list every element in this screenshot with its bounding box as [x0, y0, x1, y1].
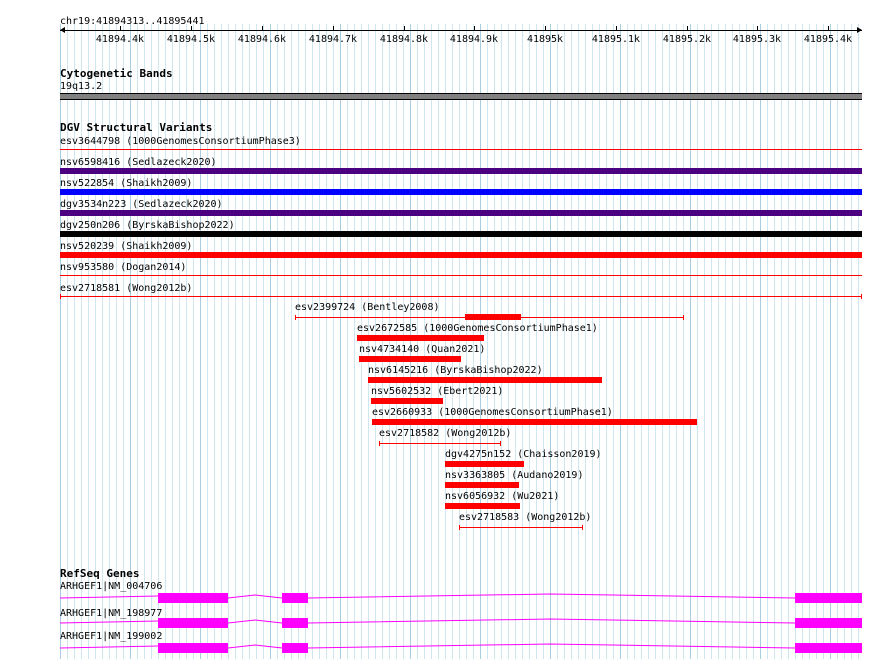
- refseq-exon[interactable]: [158, 618, 228, 628]
- dgv-variant-bar[interactable]: [445, 461, 524, 467]
- ruler-position: chr19:41894313..41895441: [60, 16, 205, 27]
- dgv-variant-label: nsv5602532 (Ebert2021): [371, 386, 504, 397]
- ruler-tick-mark: [687, 26, 688, 31]
- dgv-track-title[interactable]: DGV Structural Variants: [60, 122, 212, 134]
- ruler-tick-label: 41895.4k: [803, 34, 853, 45]
- cytoband-track-title[interactable]: Cytogenetic Bands: [60, 68, 173, 80]
- dgv-variant-label: nsv4734140 (Quan2021): [359, 344, 486, 355]
- ruler-tick-label: 41895k: [526, 34, 564, 45]
- dgv-variant-bar[interactable]: [60, 252, 862, 258]
- ruler-tick-mark: [545, 26, 546, 31]
- ruler-arrow-left-icon: [60, 27, 65, 33]
- dgv-variant-label: nsv6598416 (Sedlazeck2020): [60, 157, 217, 168]
- refseq-exon[interactable]: [795, 643, 862, 653]
- refseq-exon[interactable]: [282, 643, 308, 653]
- cytoband-label: 19q13.2: [60, 81, 103, 92]
- dgv-variant-bar[interactable]: [445, 503, 520, 509]
- dgv-variant-endcap: [500, 441, 501, 446]
- dgv-variant-bar[interactable]: [60, 296, 862, 297]
- dgv-variant-endcap: [459, 525, 460, 530]
- dgv-variant-bar[interactable]: [445, 482, 519, 488]
- dgv-variant-label: dgv250n206 (ByrskaBishop2022): [60, 220, 235, 231]
- refseq-exon[interactable]: [282, 593, 308, 603]
- dgv-variant-bar[interactable]: [368, 377, 602, 383]
- ruler-tick-label: 41894.9k: [449, 34, 499, 45]
- dgv-variant-thick-segment[interactable]: [465, 314, 521, 320]
- refseq-gene-models[interactable]: [0, 580, 890, 659]
- dgv-variant-endcap: [861, 294, 862, 299]
- dgv-variant-bar[interactable]: [60, 275, 862, 276]
- dgv-variant-label: nsv520239 (Shaikh2009): [60, 241, 193, 252]
- ruler-tick-label: 41895.2k: [662, 34, 712, 45]
- ruler-tick-label: 41894.5k: [166, 34, 216, 45]
- dgv-variant-label: nsv522854 (Shaikh2009): [60, 178, 193, 189]
- dgv-variant-label: nsv6056932 (Wu2021): [445, 491, 560, 502]
- ruler-tick-mark: [828, 26, 829, 31]
- ruler-tick-mark: [474, 26, 475, 31]
- dgv-variant-endcap: [582, 525, 583, 530]
- dgv-variant-label: esv2660933 (1000GenomesConsortiumPhase1): [372, 407, 613, 418]
- dgv-variant-bar[interactable]: [459, 527, 582, 528]
- cytoband-bar[interactable]: [60, 93, 862, 100]
- refseq-exon[interactable]: [795, 593, 862, 603]
- dgv-variant-endcap: [295, 315, 296, 320]
- ruler-tick-label: 41895.1k: [591, 34, 641, 45]
- ruler-tick-mark: [262, 26, 263, 31]
- dgv-variant-label: esv2718581 (Wong2012b): [60, 283, 193, 294]
- refseq-exon[interactable]: [158, 593, 228, 603]
- dgv-variant-bar[interactable]: [371, 398, 443, 404]
- dgv-variant-label: nsv953580 (Dogan2014): [60, 262, 187, 273]
- dgv-variant-label: dgv3534n223 (Sedlazeck2020): [60, 199, 223, 210]
- ruler-tick-label: 41894.8k: [379, 34, 429, 45]
- dgv-variant-bar[interactable]: [60, 231, 862, 237]
- dgv-variant-bar[interactable]: [379, 443, 500, 444]
- refseq-track-title[interactable]: RefSeq Genes: [60, 568, 139, 580]
- dgv-variant-bar[interactable]: [60, 210, 862, 216]
- refseq-exon[interactable]: [282, 618, 308, 628]
- dgv-variant-endcap: [60, 294, 61, 299]
- ruler-tick-label: 41894.4k: [95, 34, 145, 45]
- ruler-tick-mark: [404, 26, 405, 31]
- ruler-axis: [60, 30, 862, 31]
- dgv-variant-bar[interactable]: [359, 356, 461, 362]
- dgv-variant-label: esv2718582 (Wong2012b): [379, 428, 512, 439]
- ruler-tick-mark: [333, 26, 334, 31]
- dgv-variant-label: esv2718583 (Wong2012b): [459, 512, 592, 523]
- dgv-variant-label: esv3644798 (1000GenomesConsortiumPhase3): [60, 136, 301, 147]
- dgv-variant-label: esv2399724 (Bentley2008): [295, 302, 440, 313]
- dgv-variant-label: nsv3363805 (Audano2019): [445, 470, 584, 481]
- ruler-tick-mark: [757, 26, 758, 31]
- ruler-tick-mark: [616, 26, 617, 31]
- dgv-variant-bar[interactable]: [372, 419, 697, 425]
- dgv-variant-bar[interactable]: [60, 168, 862, 174]
- ruler-arrow-right-icon: [857, 27, 862, 33]
- dgv-variant-label: esv2672585 (1000GenomesConsortiumPhase1): [357, 323, 598, 334]
- ruler-tick-mark: [191, 26, 192, 31]
- ruler-tick-mark: [120, 26, 121, 31]
- dgv-variant-label: nsv6145216 (ByrskaBishop2022): [368, 365, 543, 376]
- refseq-exon[interactable]: [158, 643, 228, 653]
- dgv-variant-endcap: [379, 441, 380, 446]
- dgv-variant-bar[interactable]: [357, 335, 484, 341]
- dgv-variant-bar[interactable]: [60, 149, 862, 150]
- ruler-tick-label: 41895.3k: [732, 34, 782, 45]
- dgv-variant-endcap: [683, 315, 684, 320]
- dgv-variant-label: dgv4275n152 (Chaisson2019): [445, 449, 602, 460]
- dgv-variant-bar[interactable]: [60, 189, 862, 195]
- refseq-exon[interactable]: [795, 618, 862, 628]
- ruler-tick-label: 41894.6k: [237, 34, 287, 45]
- ruler-tick-label: 41894.7k: [308, 34, 358, 45]
